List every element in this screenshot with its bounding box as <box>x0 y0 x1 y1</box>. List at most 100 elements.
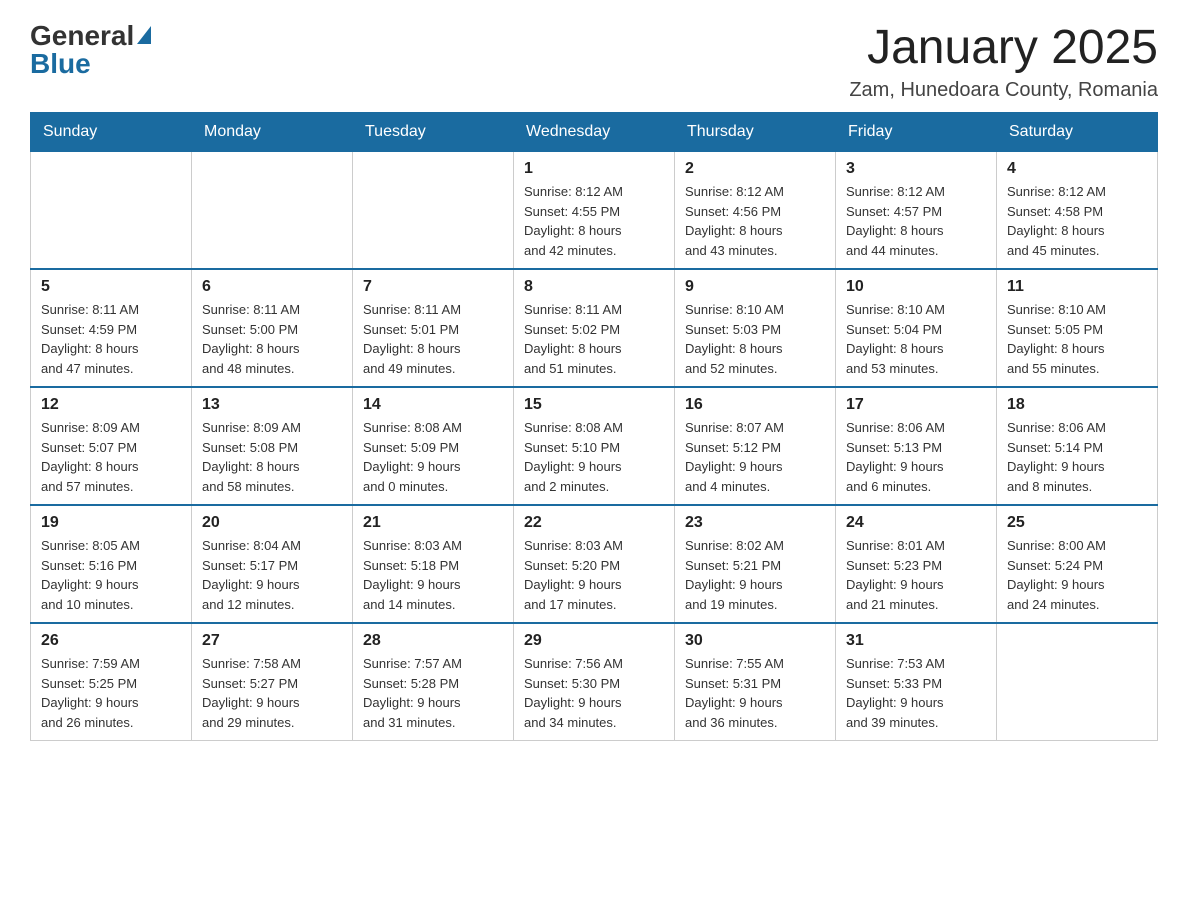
day-number: 15 <box>524 396 664 414</box>
day-info: Sunrise: 8:06 AM Sunset: 5:14 PM Dayligh… <box>1007 418 1147 496</box>
calendar-cell: 24Sunrise: 8:01 AM Sunset: 5:23 PM Dayli… <box>836 505 997 623</box>
day-number: 31 <box>846 632 986 650</box>
calendar-cell: 29 Sunrise: 7:56 AM Sunset: 5:30 PM Dayli… <box>514 623 675 741</box>
calendar-week-5: 26 Sunrise: 7:59 AM Sunset: 5:25 PM Dayli… <box>31 623 1158 741</box>
day-info: Sunrise: 8:11 AM Sunset: 5:02 PM Dayligh… <box>524 300 664 378</box>
day-info: Sunrise: 8:10 AM Sunset: 5:03 PM Dayligh… <box>685 300 825 378</box>
logo-blue-text: Blue <box>30 48 91 80</box>
header-tuesday: Tuesday <box>353 113 514 152</box>
header-sunday: Sunday <box>31 113 192 152</box>
page-header: General Blue January 2025 Zam, Hunedoara… <box>30 20 1158 102</box>
calendar-header-row: Sunday Monday Tuesday Wednesday Thursday… <box>31 113 1158 152</box>
calendar-week-3: 12Sunrise: 8:09 AM Sunset: 5:07 PM Dayli… <box>31 387 1158 505</box>
calendar-cell: 28 Sunrise: 7:57 AM Sunset: 5:28 PM Dayli… <box>353 623 514 741</box>
day-number: 21 <box>363 514 503 532</box>
calendar-cell: 30 Sunrise: 7:55 AM Sunset: 5:31 PM Dayli… <box>675 623 836 741</box>
day-number: 1 <box>524 160 664 178</box>
calendar-cell: 21 Sunrise: 8:03 AM Sunset: 5:18 PM Dayli… <box>353 505 514 623</box>
day-info: Sunrise: 8:12 AM Sunset: 4:57 PM Dayligh… <box>846 182 986 260</box>
day-number: 17 <box>846 396 986 414</box>
day-number: 8 <box>524 278 664 296</box>
calendar-cell: 11 Sunrise: 8:10 AM Sunset: 5:05 PM Dayli… <box>997 269 1158 387</box>
day-number: 4 <box>1007 160 1147 178</box>
day-info: Sunrise: 8:09 AM Sunset: 5:07 PM Dayligh… <box>41 418 181 496</box>
header-wednesday: Wednesday <box>514 113 675 152</box>
day-info: Sunrise: 7:53 AM Sunset: 5:33 PM Dayligh… <box>846 654 986 732</box>
day-number: 23 <box>685 514 825 532</box>
day-number: 22 <box>524 514 664 532</box>
calendar-cell: 1 Sunrise: 8:12 AM Sunset: 4:55 PM Daylig… <box>514 152 675 270</box>
day-info: Sunrise: 8:09 AM Sunset: 5:08 PM Dayligh… <box>202 418 342 496</box>
calendar-cell: 22 Sunrise: 8:03 AM Sunset: 5:20 PM Dayli… <box>514 505 675 623</box>
calendar-cell: 25Sunrise: 8:00 AM Sunset: 5:24 PM Dayli… <box>997 505 1158 623</box>
calendar-cell: 20Sunrise: 8:04 AM Sunset: 5:17 PM Dayli… <box>192 505 353 623</box>
day-number: 13 <box>202 396 342 414</box>
day-info: Sunrise: 7:57 AM Sunset: 5:28 PM Dayligh… <box>363 654 503 732</box>
day-number: 29 <box>524 632 664 650</box>
day-info: Sunrise: 8:05 AM Sunset: 5:16 PM Dayligh… <box>41 536 181 614</box>
day-number: 2 <box>685 160 825 178</box>
day-number: 28 <box>363 632 503 650</box>
calendar-cell: 18 Sunrise: 8:06 AM Sunset: 5:14 PM Dayli… <box>997 387 1158 505</box>
day-info: Sunrise: 7:59 AM Sunset: 5:25 PM Dayligh… <box>41 654 181 732</box>
day-number: 3 <box>846 160 986 178</box>
day-info: Sunrise: 8:08 AM Sunset: 5:10 PM Dayligh… <box>524 418 664 496</box>
header-thursday: Thursday <box>675 113 836 152</box>
day-info: Sunrise: 8:10 AM Sunset: 5:04 PM Dayligh… <box>846 300 986 378</box>
day-info: Sunrise: 8:10 AM Sunset: 5:05 PM Dayligh… <box>1007 300 1147 378</box>
logo: General Blue <box>30 20 151 80</box>
day-info: Sunrise: 8:06 AM Sunset: 5:13 PM Dayligh… <box>846 418 986 496</box>
calendar-week-4: 19 Sunrise: 8:05 AM Sunset: 5:16 PM Dayli… <box>31 505 1158 623</box>
header-monday: Monday <box>192 113 353 152</box>
calendar-cell: 7 Sunrise: 8:11 AM Sunset: 5:01 PM Daylig… <box>353 269 514 387</box>
title-area: January 2025 Zam, Hunedoara County, Roma… <box>849 20 1158 102</box>
logo-triangle-icon <box>137 26 151 44</box>
day-info: Sunrise: 8:11 AM Sunset: 4:59 PM Dayligh… <box>41 300 181 378</box>
calendar-cell <box>31 152 192 270</box>
day-info: Sunrise: 7:58 AM Sunset: 5:27 PM Dayligh… <box>202 654 342 732</box>
calendar-cell <box>353 152 514 270</box>
day-info: Sunrise: 8:03 AM Sunset: 5:18 PM Dayligh… <box>363 536 503 614</box>
day-info: Sunrise: 8:08 AM Sunset: 5:09 PM Dayligh… <box>363 418 503 496</box>
calendar-cell: 8 Sunrise: 8:11 AM Sunset: 5:02 PM Daylig… <box>514 269 675 387</box>
calendar-week-2: 5Sunrise: 8:11 AM Sunset: 4:59 PM Daylig… <box>31 269 1158 387</box>
calendar-cell: 12Sunrise: 8:09 AM Sunset: 5:07 PM Dayli… <box>31 387 192 505</box>
day-number: 7 <box>363 278 503 296</box>
day-info: Sunrise: 8:12 AM Sunset: 4:55 PM Dayligh… <box>524 182 664 260</box>
day-number: 27 <box>202 632 342 650</box>
day-number: 30 <box>685 632 825 650</box>
calendar-cell: 9 Sunrise: 8:10 AM Sunset: 5:03 PM Daylig… <box>675 269 836 387</box>
calendar-cell: 10 Sunrise: 8:10 AM Sunset: 5:04 PM Dayli… <box>836 269 997 387</box>
day-number: 20 <box>202 514 342 532</box>
calendar-cell: 4 Sunrise: 8:12 AM Sunset: 4:58 PM Daylig… <box>997 152 1158 270</box>
calendar-cell: 6 Sunrise: 8:11 AM Sunset: 5:00 PM Daylig… <box>192 269 353 387</box>
day-number: 16 <box>685 396 825 414</box>
day-info: Sunrise: 7:56 AM Sunset: 5:30 PM Dayligh… <box>524 654 664 732</box>
location-text: Zam, Hunedoara County, Romania <box>849 79 1158 102</box>
calendar-cell: 2Sunrise: 8:12 AM Sunset: 4:56 PM Daylig… <box>675 152 836 270</box>
calendar-cell <box>997 623 1158 741</box>
day-info: Sunrise: 7:55 AM Sunset: 5:31 PM Dayligh… <box>685 654 825 732</box>
day-info: Sunrise: 8:11 AM Sunset: 5:01 PM Dayligh… <box>363 300 503 378</box>
calendar-cell: 26 Sunrise: 7:59 AM Sunset: 5:25 PM Dayli… <box>31 623 192 741</box>
header-friday: Friday <box>836 113 997 152</box>
day-info: Sunrise: 8:03 AM Sunset: 5:20 PM Dayligh… <box>524 536 664 614</box>
calendar-cell: 3 Sunrise: 8:12 AM Sunset: 4:57 PM Daylig… <box>836 152 997 270</box>
day-number: 18 <box>1007 396 1147 414</box>
calendar-cell: 14Sunrise: 8:08 AM Sunset: 5:09 PM Dayli… <box>353 387 514 505</box>
day-number: 10 <box>846 278 986 296</box>
day-number: 6 <box>202 278 342 296</box>
calendar-cell: 5Sunrise: 8:11 AM Sunset: 4:59 PM Daylig… <box>31 269 192 387</box>
day-info: Sunrise: 8:07 AM Sunset: 5:12 PM Dayligh… <box>685 418 825 496</box>
day-number: 19 <box>41 514 181 532</box>
day-info: Sunrise: 8:01 AM Sunset: 5:23 PM Dayligh… <box>846 536 986 614</box>
day-number: 9 <box>685 278 825 296</box>
day-info: Sunrise: 8:12 AM Sunset: 4:58 PM Dayligh… <box>1007 182 1147 260</box>
calendar-cell: 17 Sunrise: 8:06 AM Sunset: 5:13 PM Dayli… <box>836 387 997 505</box>
calendar-table: Sunday Monday Tuesday Wednesday Thursday… <box>30 112 1158 741</box>
day-number: 26 <box>41 632 181 650</box>
day-info: Sunrise: 8:11 AM Sunset: 5:00 PM Dayligh… <box>202 300 342 378</box>
calendar-cell <box>192 152 353 270</box>
day-number: 25 <box>1007 514 1147 532</box>
day-number: 11 <box>1007 278 1147 296</box>
